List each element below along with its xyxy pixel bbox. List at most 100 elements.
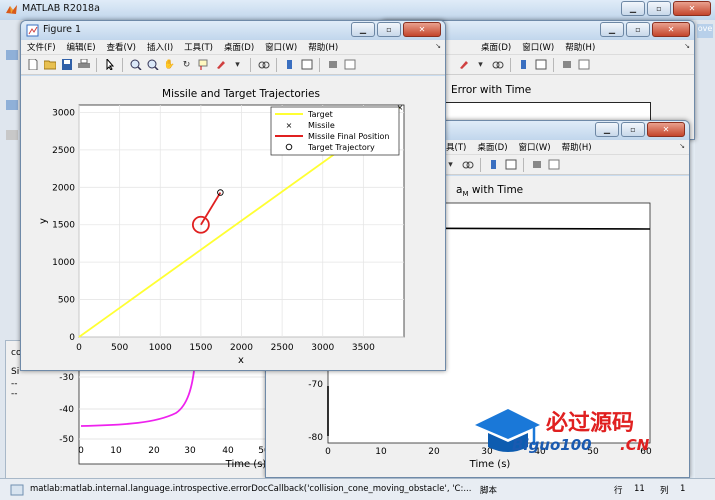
menubar-dock-arrow-icon[interactable]: ↘ bbox=[679, 142, 685, 150]
x-tick-label: 20 bbox=[428, 447, 440, 457]
left-tool-icon[interactable] bbox=[6, 100, 18, 110]
figure1-plot-area: Missile and Target Trajectories 0 500 1000… bbox=[21, 76, 445, 370]
watermark-line2a: Biguo100 bbox=[512, 436, 592, 454]
brush-icon[interactable] bbox=[213, 57, 228, 72]
colorbar-icon[interactable] bbox=[282, 57, 297, 72]
figure1-toolbar: ✋ ↻ ▾ bbox=[21, 55, 445, 75]
y-tick-label: 1000 bbox=[52, 258, 75, 268]
y-tick-label: 0 bbox=[69, 333, 75, 343]
close-button[interactable]: ✕ bbox=[673, 1, 711, 16]
menu-help[interactable]: 帮助(H) bbox=[565, 41, 595, 53]
figure-window-1: Figure 1 ▁ ▫ ✕ 文件(F) 编辑(E) 查看(V) 插入(I) 工… bbox=[20, 20, 446, 371]
dropdown-arrow-icon[interactable]: ▾ bbox=[230, 57, 245, 72]
y-tick-label: 3000 bbox=[52, 108, 75, 118]
x-tick-label: 10 bbox=[375, 447, 387, 457]
x-tick-label: 10 bbox=[110, 446, 122, 456]
status-mode: 脚本 bbox=[480, 486, 498, 496]
new-file-icon[interactable] bbox=[25, 57, 40, 72]
x-axis-label: x bbox=[238, 355, 244, 366]
pan-icon[interactable]: ✋ bbox=[162, 57, 177, 72]
x-axis-label: Time (s) bbox=[225, 459, 267, 470]
left-tool-icon[interactable] bbox=[6, 130, 18, 140]
menu-window[interactable]: 窗口(W) bbox=[265, 41, 297, 53]
brush-icon[interactable] bbox=[456, 57, 471, 72]
close-button[interactable]: ✕ bbox=[652, 22, 690, 37]
close-button[interactable]: ✕ bbox=[647, 122, 685, 137]
y-axis-label: y bbox=[38, 218, 49, 224]
zoom-in-icon[interactable] bbox=[128, 57, 143, 72]
x-tick-label: 2500 bbox=[271, 343, 294, 353]
pointer-icon[interactable] bbox=[102, 57, 117, 72]
open-folder-icon[interactable] bbox=[42, 57, 57, 72]
status-col-value: 1 bbox=[680, 484, 686, 494]
x-tick-label: 1000 bbox=[149, 343, 172, 353]
menu-file[interactable]: 文件(F) bbox=[27, 41, 56, 53]
hide-plot-icon[interactable] bbox=[325, 57, 340, 72]
status-row-value: 11 bbox=[634, 484, 645, 494]
status-col-label: 列 bbox=[660, 486, 669, 496]
legend[interactable]: Target × Missile Missile Final Position … bbox=[270, 106, 400, 156]
y-tick-label: -70 bbox=[308, 380, 323, 390]
menu-desktop[interactable]: 桌面(D) bbox=[481, 41, 511, 53]
watermark-line2b: .CN bbox=[620, 436, 650, 454]
link-icon[interactable] bbox=[256, 57, 271, 72]
x-tick-label: 40 bbox=[222, 446, 234, 456]
rotate-icon[interactable]: ↻ bbox=[179, 57, 194, 72]
x-tick-label: 500 bbox=[111, 343, 128, 353]
x-tick-label: 20 bbox=[148, 446, 160, 456]
save-icon[interactable] bbox=[59, 57, 74, 72]
link-icon[interactable] bbox=[490, 57, 505, 72]
print-icon[interactable] bbox=[76, 57, 91, 72]
minimize-button[interactable]: ▁ bbox=[351, 22, 375, 37]
status-callback-text: matlab:matlab.internal.language.introspe… bbox=[30, 484, 472, 494]
hide-plot-icon[interactable] bbox=[529, 157, 544, 172]
menu-tools[interactable]: 工具(T) bbox=[184, 41, 213, 53]
menu-tools[interactable]: 具(T) bbox=[446, 141, 466, 153]
colorbar-icon[interactable] bbox=[486, 157, 501, 172]
show-plot-icon[interactable] bbox=[342, 57, 357, 72]
left-tool-icon[interactable] bbox=[6, 50, 18, 60]
dropdown-arrow-icon[interactable]: ▾ bbox=[473, 57, 488, 72]
status-icon bbox=[10, 484, 24, 496]
x-tick-label: 30 bbox=[184, 446, 196, 456]
close-button[interactable]: ✕ bbox=[403, 22, 441, 37]
legend-icon[interactable] bbox=[299, 57, 314, 72]
right-panel-button[interactable]: ove bbox=[697, 24, 713, 38]
main-titlebar[interactable]: MATLAB R2018a ▁ ▫ ✕ bbox=[0, 0, 715, 20]
menubar-dock-arrow-icon[interactable]: ↘ bbox=[684, 42, 690, 50]
show-plot-icon[interactable] bbox=[576, 57, 591, 72]
legend-final-label: Missile Final Position bbox=[308, 132, 390, 141]
maximize-button[interactable]: ▫ bbox=[377, 22, 401, 37]
figure1-titlebar[interactable]: Figure 1 ▁ ▫ ✕ bbox=[21, 21, 445, 40]
maximize-button[interactable]: ▫ bbox=[626, 22, 650, 37]
zoom-out-icon[interactable] bbox=[145, 57, 160, 72]
figure-icon bbox=[26, 24, 39, 37]
link-icon[interactable] bbox=[460, 157, 475, 172]
menu-help[interactable]: 帮助(H) bbox=[308, 41, 338, 53]
menu-desktop[interactable]: 桌面(D) bbox=[224, 41, 254, 53]
maximize-button[interactable]: ▫ bbox=[621, 122, 645, 137]
menu-window[interactable]: 窗口(W) bbox=[519, 141, 551, 153]
minimize-button[interactable]: ▁ bbox=[595, 122, 619, 137]
menu-view[interactable]: 查看(V) bbox=[107, 41, 136, 53]
colorbar-icon[interactable] bbox=[516, 57, 531, 72]
menu-help[interactable]: 帮助(H) bbox=[562, 141, 592, 153]
legend-trajectory-label: Target Trajectory bbox=[307, 143, 375, 152]
menu-desktop[interactable]: 桌面(D) bbox=[477, 141, 507, 153]
show-plot-icon[interactable] bbox=[546, 157, 561, 172]
menu-window[interactable]: 窗口(W) bbox=[522, 41, 554, 53]
menu-edit[interactable]: 编辑(E) bbox=[67, 41, 96, 53]
plot-title-fragment: Error with Time bbox=[451, 84, 532, 96]
menu-insert[interactable]: 插入(I) bbox=[147, 41, 173, 53]
legend-icon[interactable] bbox=[503, 157, 518, 172]
maximize-button[interactable]: ▫ bbox=[647, 1, 671, 16]
menubar-dock-arrow-icon[interactable]: ↘ bbox=[435, 42, 441, 50]
legend-icon[interactable] bbox=[533, 57, 548, 72]
data-cursor-icon[interactable] bbox=[196, 57, 211, 72]
minimize-button[interactable]: ▁ bbox=[621, 1, 645, 16]
plot-title: aM with Time bbox=[456, 184, 523, 198]
hide-plot-icon[interactable] bbox=[559, 57, 574, 72]
figure1-menubar: 文件(F) 编辑(E) 查看(V) 插入(I) 工具(T) 桌面(D) 窗口(W… bbox=[21, 40, 445, 55]
minimize-button[interactable]: ▁ bbox=[600, 22, 624, 37]
y-tick-label: 2500 bbox=[52, 146, 75, 156]
